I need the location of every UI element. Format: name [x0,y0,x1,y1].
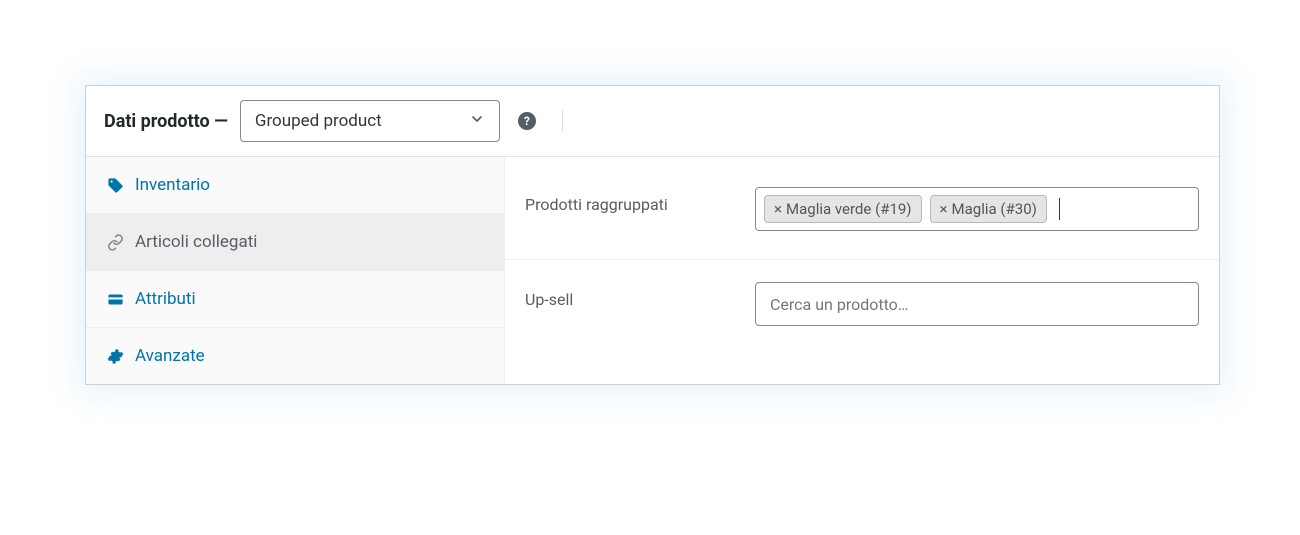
panel-title: Dati prodotto — [104,111,228,132]
field-control: Cerca un prodotto… [755,282,1199,326]
field-control: × Maglia verde (#19) × Maglia (#30) [755,187,1199,231]
remove-tag-icon[interactable]: × [774,200,782,218]
placeholder-text: Cerca un prodotto… [770,295,909,314]
sidebar-item-articoli-collegati[interactable]: Articoli collegati [86,214,504,271]
sidebar-item-inventario[interactable]: Inventario [86,157,504,214]
field-upsell: Up-sell Cerca un prodotto… [505,260,1219,354]
sidebar-item-label: Avanzate [135,346,205,366]
upsell-search-input[interactable]: Cerca un prodotto… [755,282,1199,326]
text-cursor [1059,198,1060,220]
tag-icon [106,176,124,194]
field-label: Up-sell [525,282,755,309]
panel-body: Inventario Articoli collegati Attributi … [86,157,1219,384]
chevron-down-icon [469,111,485,131]
help-icon[interactable]: ? [518,112,536,130]
sidebar-item-label: Inventario [135,175,210,195]
product-type-value: Grouped product [255,111,382,131]
tag-text: Maglia (#30) [952,200,1037,218]
product-data-panel: Dati prodotto — Grouped product ? Invent… [85,85,1220,385]
panel-header: Dati prodotto — Grouped product ? [86,86,1219,157]
field-label: Prodotti raggruppati [525,187,755,214]
content-area: Prodotti raggruppati × Maglia verde (#19… [504,157,1219,384]
sidebar-item-label: Attributi [135,289,196,309]
grouped-products-input[interactable]: × Maglia verde (#19) × Maglia (#30) [755,187,1199,231]
sidebar: Inventario Articoli collegati Attributi … [86,157,504,384]
tag-text: Maglia verde (#19) [786,200,912,218]
gear-icon [106,347,124,365]
sidebar-item-label: Articoli collegati [135,232,257,252]
product-type-select[interactable]: Grouped product [240,100,500,142]
sidebar-item-avanzate[interactable]: Avanzate [86,328,504,384]
remove-tag-icon[interactable]: × [940,200,948,218]
product-tag: × Maglia (#30) [930,195,1047,223]
sidebar-item-attributi[interactable]: Attributi [86,271,504,328]
divider [562,110,563,132]
field-grouped-products: Prodotti raggruppati × Maglia verde (#19… [505,165,1219,260]
product-tag: × Maglia verde (#19) [764,195,922,223]
card-icon [106,290,124,308]
link-icon [106,233,124,251]
